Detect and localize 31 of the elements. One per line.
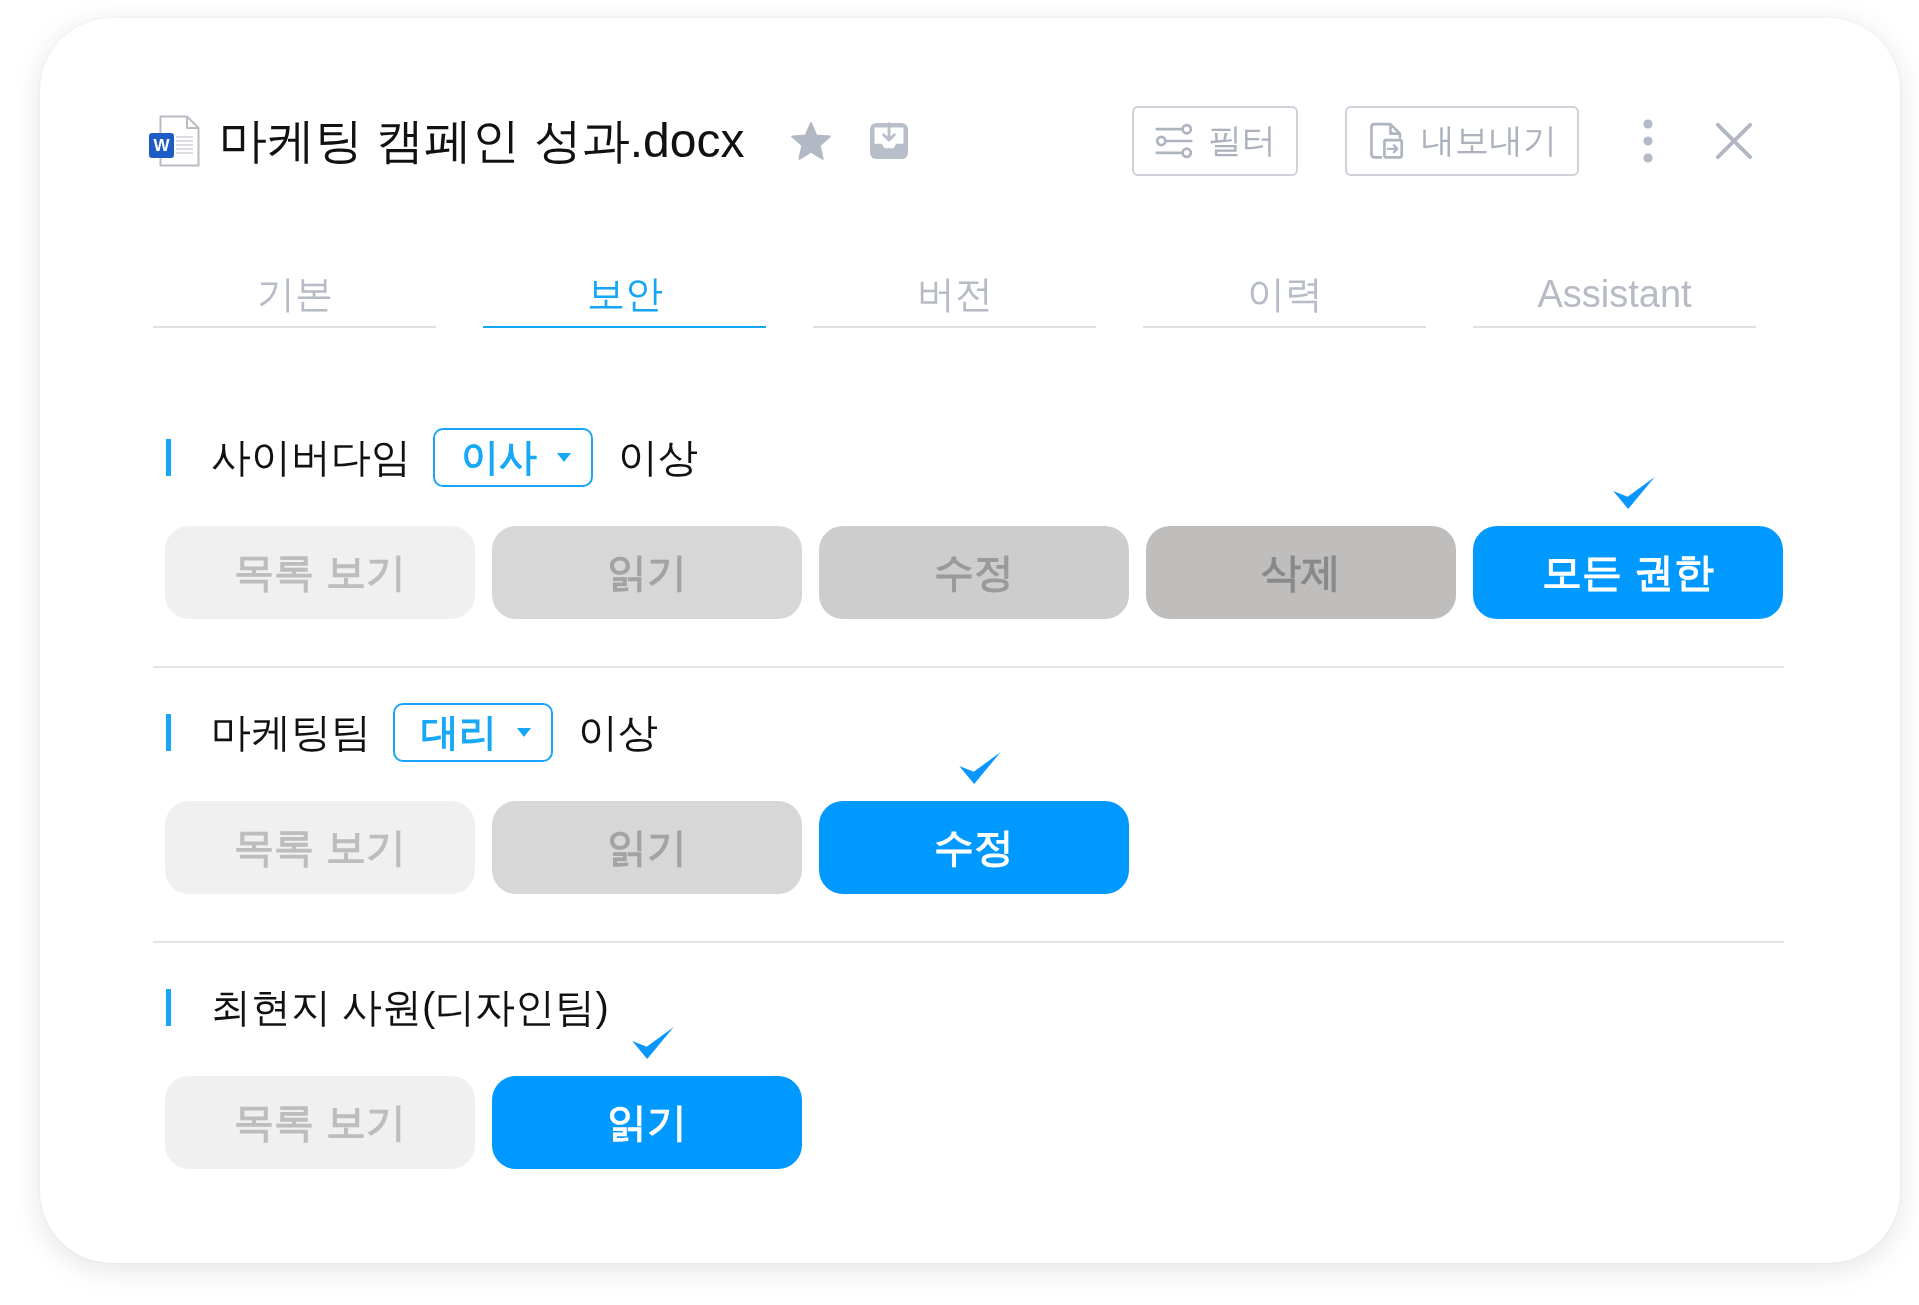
check-icon [959,752,1001,784]
group-name: 사이버다임 [211,434,411,481]
rank-dropdown[interactable]: 이사 [433,428,593,487]
kebab-menu-icon[interactable] [1643,119,1653,163]
permission-button[interactable]: 읽기 [492,1076,802,1169]
check-icon [632,1027,674,1059]
tab[interactable]: 보안 [483,272,766,328]
rank-suffix: 이상 [618,434,698,481]
close-icon[interactable] [1715,122,1753,160]
accent-bar-icon [166,989,171,1026]
accent-bar-icon [166,439,171,476]
download-tray-icon[interactable] [869,122,910,160]
export-button[interactable]: 내보내기 [1345,106,1579,176]
caret-icon [557,453,571,462]
accent-bar-icon [166,714,171,751]
rank-suffix: 이상 [578,709,658,756]
permission-button[interactable]: 모든 권한 [1473,526,1783,619]
tab[interactable]: Assistant [1473,272,1756,328]
check-icon [1613,477,1655,509]
star-icon[interactable] [790,121,833,161]
tab[interactable]: 기본 [153,272,436,328]
group-name: 최현지 사원(디자인팀) [211,984,609,1031]
tab[interactable]: 버전 [813,272,1096,328]
sliders-icon [1154,122,1194,160]
rank-dropdown[interactable]: 대리 [393,703,553,762]
filter-button[interactable]: 필터 [1132,106,1298,176]
group-name: 마케팅팀 [211,709,371,756]
document-title: 마케팅 캠페인 성과.docx [219,113,745,169]
tab[interactable]: 이력 [1143,272,1426,328]
permission-button[interactable]: 수정 [819,801,1129,894]
caret-icon [517,728,531,737]
